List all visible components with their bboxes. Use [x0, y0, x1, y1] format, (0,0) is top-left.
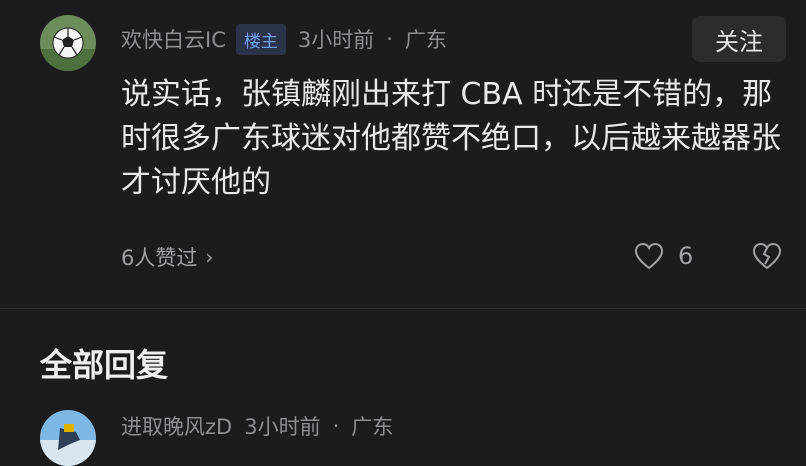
post-location: 广东	[404, 28, 447, 52]
like-button[interactable]: 6	[634, 238, 693, 274]
player-avatar-icon	[40, 410, 96, 466]
chevron-right-icon: ›	[205, 245, 214, 269]
likers-label: 6人赞过	[121, 246, 198, 270]
heart-icon	[634, 242, 664, 270]
post-meta: 欢快白云IC 楼主 3小时前 · 广东	[121, 23, 447, 55]
like-count: 6	[678, 242, 694, 270]
likers-link[interactable]: 6人赞过 ›	[121, 240, 213, 274]
author-name[interactable]: 欢快白云IC	[121, 24, 226, 54]
reply-avatar[interactable]	[40, 410, 96, 466]
reply-meta: 进取晚风zD 3小时前 · 广东	[121, 411, 393, 441]
follow-button[interactable]: 关注	[692, 16, 786, 62]
section-divider	[0, 308, 806, 309]
post-content: 说实话，张镇麟刚出来打 CBA 时还是不错的，那时很多广东球迷对他都赞不绝口，以…	[121, 77, 781, 200]
op-badge: 楼主	[235, 23, 286, 55]
replies-heading: 全部回复	[40, 346, 169, 384]
post-time: 3小时前	[297, 28, 375, 52]
dislike-button[interactable]	[751, 240, 783, 272]
reply-author-name[interactable]: 进取晚风zD	[121, 411, 232, 441]
reply-time: 3小时前	[244, 415, 321, 439]
reply-meta-separator: ·	[332, 414, 340, 438]
reply-location: 广东	[351, 415, 394, 439]
author-avatar[interactable]	[40, 15, 96, 71]
broken-heart-icon	[752, 242, 782, 270]
soccer-ball-avatar-icon	[40, 15, 96, 71]
meta-separator: ·	[386, 27, 393, 51]
